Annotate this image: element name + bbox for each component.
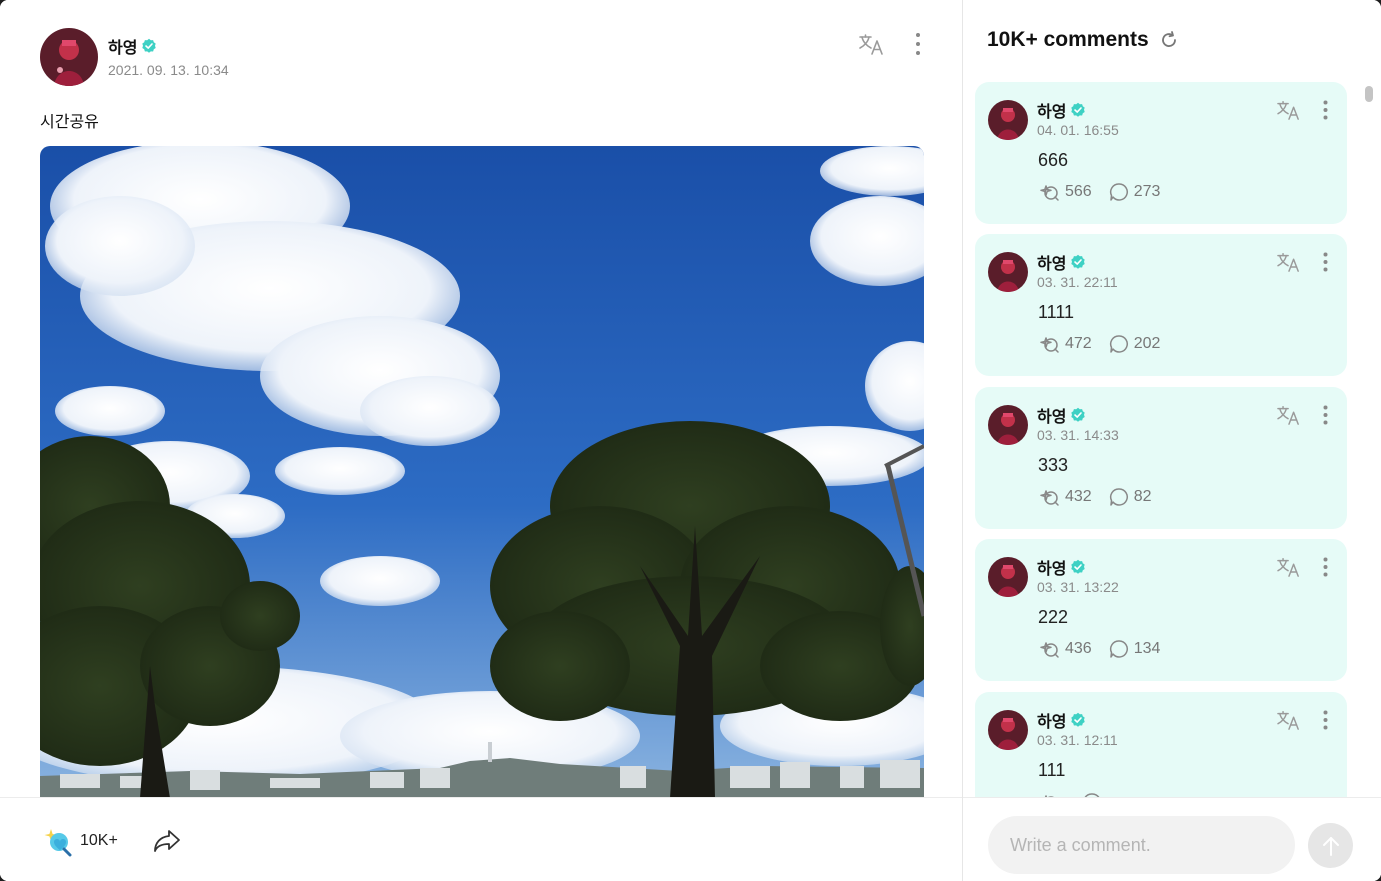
more-vertical-icon[interactable] xyxy=(908,30,928,58)
translate-icon[interactable] xyxy=(856,30,888,58)
comment-stats: 472 202 xyxy=(1038,334,1160,354)
comment-author[interactable]: 하영 xyxy=(1037,98,1086,122)
send-button[interactable] xyxy=(1308,823,1353,868)
comment-stats: 436 134 xyxy=(1038,639,1160,659)
post-text: 시간공유 xyxy=(40,114,99,131)
author-avatar[interactable] xyxy=(40,28,98,86)
verified-badge-icon xyxy=(1070,559,1086,575)
reply-icon[interactable] xyxy=(1109,639,1129,659)
translate-icon[interactable] xyxy=(1275,403,1303,427)
verified-badge-icon xyxy=(1070,407,1086,423)
comment-compose xyxy=(963,797,1381,881)
post-date: 2021. 09. 13. 10:34 xyxy=(108,62,229,78)
verified-badge-icon xyxy=(1070,254,1086,270)
post-modal: 하영 2021. 09. 13. 10:34 시간공유 10K+ 10K+ co… xyxy=(0,0,1381,881)
verified-badge-icon xyxy=(141,38,157,54)
comments-panel: 10K+ comments 하영 04. 01. 16:55 666 566 2… xyxy=(963,0,1381,881)
comment-text: 111 xyxy=(1038,760,1066,780)
comment-avatar[interactable] xyxy=(988,710,1028,750)
comment-scrollbar[interactable] xyxy=(1365,86,1373,102)
refresh-icon[interactable] xyxy=(1159,30,1179,50)
translate-icon[interactable] xyxy=(1275,708,1303,732)
comment-reply-count: 273 xyxy=(1133,183,1161,200)
comment-like-count: 472 xyxy=(1065,335,1092,352)
comment-date: 03. 31. 13:22 xyxy=(1037,579,1119,595)
comments-header: 10K+ comments xyxy=(987,28,1179,52)
comment-reply-count: 202 xyxy=(1133,335,1161,352)
comment-text: 333 xyxy=(1038,455,1069,475)
post-footer: 10K+ xyxy=(0,797,962,881)
comment-text: 666 xyxy=(1038,150,1069,170)
comment-card: 하영 03. 31. 14:33 333 432 82 xyxy=(975,387,1347,529)
reply-icon[interactable] xyxy=(1109,487,1129,507)
like-icon[interactable] xyxy=(1038,334,1060,354)
comment-card: 하영 03. 31. 12:11 111 xyxy=(975,692,1347,798)
comment-author[interactable]: 하영 xyxy=(1037,403,1086,427)
post-author[interactable]: 하영 xyxy=(108,34,157,58)
comment-author-name[interactable]: 하영 xyxy=(1037,98,1066,122)
like-count: 10K+ xyxy=(80,832,118,849)
author-name-text[interactable]: 하영 xyxy=(108,34,137,58)
like-icon[interactable] xyxy=(1038,639,1060,659)
send-arrow-icon xyxy=(1322,836,1339,856)
comment-text: 222 xyxy=(1038,607,1069,627)
comment-card: 하영 03. 31. 22:11 1111 472 202 xyxy=(975,234,1347,376)
translate-icon[interactable] xyxy=(1275,555,1303,579)
post-header: 하영 2021. 09. 13. 10:34 xyxy=(40,28,926,88)
comment-date: 04. 01. 16:55 xyxy=(1037,122,1119,138)
comment-avatar[interactable] xyxy=(988,252,1028,292)
more-vertical-icon[interactable] xyxy=(1317,555,1333,579)
comment-author-name[interactable]: 하영 xyxy=(1037,403,1066,427)
comment-reply-count: 134 xyxy=(1133,640,1161,657)
comment-text: 1111 xyxy=(1038,302,1075,322)
comment-card: 하영 03. 31. 13:22 222 436 134 xyxy=(975,539,1347,681)
comment-card: 하영 04. 01. 16:55 666 566 273 xyxy=(975,82,1347,224)
comment-author-name[interactable]: 하영 xyxy=(1037,708,1066,732)
verified-badge-icon xyxy=(1070,102,1086,118)
more-vertical-icon[interactable] xyxy=(1317,98,1333,122)
comment-author[interactable]: 하영 xyxy=(1037,708,1086,732)
comment-list[interactable]: 하영 04. 01. 16:55 666 566 273 하영 03. 31. … xyxy=(963,68,1381,798)
comment-like-count: 436 xyxy=(1065,640,1092,657)
more-vertical-icon[interactable] xyxy=(1317,708,1333,732)
reply-icon[interactable] xyxy=(1109,182,1129,202)
comment-avatar[interactable] xyxy=(988,405,1028,445)
comment-author[interactable]: 하영 xyxy=(1037,555,1086,579)
comment-like-count: 566 xyxy=(1065,183,1092,200)
translate-icon[interactable] xyxy=(1275,250,1303,274)
comment-avatar[interactable] xyxy=(988,557,1028,597)
post-panel: 하영 2021. 09. 13. 10:34 시간공유 10K+ xyxy=(0,0,962,881)
verified-badge-icon xyxy=(1070,712,1086,728)
comment-reply-count: 82 xyxy=(1133,488,1152,505)
comment-author[interactable]: 하영 xyxy=(1037,250,1086,274)
comment-stats: 432 82 xyxy=(1038,487,1152,507)
more-vertical-icon[interactable] xyxy=(1317,250,1333,274)
comments-title: 10K+ comments xyxy=(987,28,1149,51)
translate-icon[interactable] xyxy=(1275,98,1303,122)
sparkle-heart-icon[interactable] xyxy=(38,824,74,858)
reply-icon[interactable] xyxy=(1109,334,1129,354)
comment-date: 03. 31. 14:33 xyxy=(1037,427,1119,443)
comment-like-count: 432 xyxy=(1065,488,1092,505)
post-photo[interactable] xyxy=(40,146,924,798)
comment-date: 03. 31. 12:11 xyxy=(1037,732,1118,748)
like-icon[interactable] xyxy=(1038,487,1060,507)
comment-input[interactable] xyxy=(988,816,1295,874)
comment-stats: 566 273 xyxy=(1038,182,1160,202)
comment-author-name[interactable]: 하영 xyxy=(1037,250,1066,274)
comment-author-name[interactable]: 하영 xyxy=(1037,555,1066,579)
comment-date: 03. 31. 22:11 xyxy=(1037,274,1118,290)
like-icon[interactable] xyxy=(1038,182,1060,202)
more-vertical-icon[interactable] xyxy=(1317,403,1333,427)
comment-avatar[interactable] xyxy=(988,100,1028,140)
share-arrow-icon[interactable] xyxy=(150,826,184,856)
